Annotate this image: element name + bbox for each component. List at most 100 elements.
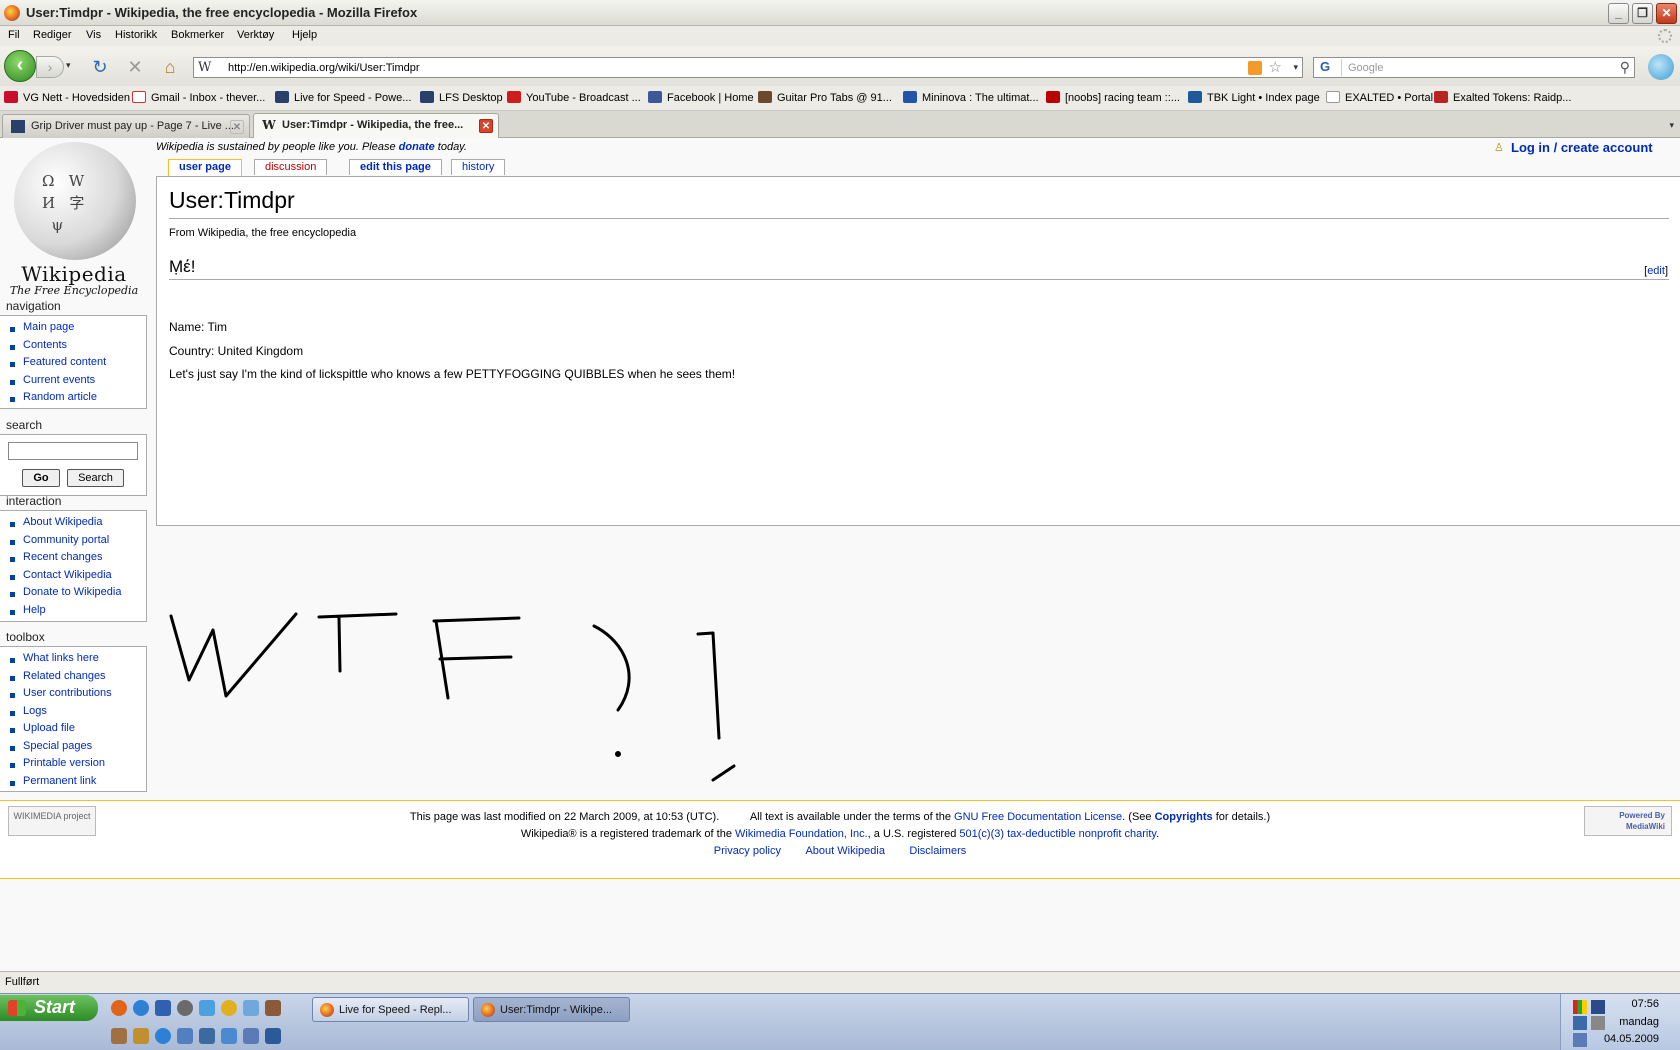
link-user-contributions[interactable]: User contributions (0, 687, 146, 705)
quicklaunch-desktop-icon[interactable] (199, 1028, 215, 1044)
forward-button[interactable]: › (36, 56, 64, 78)
clock-time[interactable]: 07:56 (1561, 998, 1680, 1010)
reload-button[interactable]: ↻ (90, 57, 110, 77)
link-help[interactable]: Help (0, 604, 146, 622)
link-about-wikipedia[interactable]: About Wikipedia (0, 516, 146, 534)
taskbar-window-wikipedia[interactable]: User:Timdpr - Wikipe... (473, 997, 630, 1022)
menu-file[interactable]: Fil (8, 29, 20, 41)
tab-history[interactable]: history (451, 159, 506, 175)
nav-current-events[interactable]: Current events (0, 374, 146, 392)
taskbar-window-lfs[interactable]: Live for Speed - Repl... (312, 997, 469, 1022)
bookmark-item[interactable]: VG Nett - Hovedsiden (4, 91, 130, 104)
nonprofit-link[interactable]: 501(c)(3) tax-deductible nonprofit chari… (959, 828, 1156, 840)
link-community-portal[interactable]: Community portal (0, 534, 146, 552)
bookmark-item[interactable]: Exalted Tokens: Raidp... (1434, 91, 1571, 104)
menu-view[interactable]: Vis (86, 29, 101, 41)
close-tab-icon[interactable]: ✕ (230, 120, 244, 134)
donate-link[interactable]: donate (399, 141, 435, 153)
menu-bookmarks[interactable]: Bokmerker (171, 29, 224, 41)
quicklaunch-guitar-icon[interactable] (265, 1000, 281, 1016)
quicklaunch-l-icon[interactable] (265, 1028, 281, 1044)
quicklaunch-ie-icon[interactable] (133, 1000, 149, 1016)
bookmark-item[interactable]: EXALTED • Portal (1326, 91, 1433, 104)
home-button[interactable]: ⌂ (160, 57, 180, 77)
start-button[interactable]: Start (0, 995, 98, 1021)
bookmark-item[interactable]: Guitar Pro Tabs @ 91... (758, 91, 892, 104)
tab-discussion[interactable]: discussion (254, 159, 328, 175)
close-window-button[interactable]: ✕ (1656, 3, 1677, 24)
menu-history[interactable]: Historikk (115, 29, 157, 41)
quicklaunch-network-icon[interactable] (199, 1000, 215, 1016)
tab-grip-driver[interactable]: Grip Driver must pay up - Page 7 - Live … (2, 114, 250, 138)
nav-random-article[interactable]: Random article (0, 391, 146, 409)
menu-help[interactable]: Hjelp (292, 29, 317, 41)
bookmark-item[interactable]: Gmail - Inbox - thever... (132, 91, 265, 104)
google-engine-icon[interactable]: G (1316, 59, 1342, 76)
quicklaunch-media-icon[interactable] (221, 1028, 237, 1044)
quicklaunch-chrome-icon[interactable] (221, 1000, 237, 1016)
link-upload-file[interactable]: Upload file (0, 722, 146, 740)
login-link[interactable]: Log in / create account (1511, 140, 1653, 155)
url-dropdown-icon[interactable]: ▾ (1293, 62, 1298, 73)
wikipedia-logo[interactable]: Wikipedia The Free Encyclopedia (6, 142, 142, 297)
wiki-search-input[interactable] (8, 442, 138, 460)
menu-tools[interactable]: Verktøy (237, 29, 274, 41)
stop-button[interactable]: ✕ (125, 57, 145, 77)
disclaimers-link[interactable]: Disclaimers (909, 845, 966, 857)
link-permanent-link[interactable]: Permanent link (0, 775, 146, 793)
bookmark-item[interactable]: Facebook | Home (648, 91, 754, 104)
search-bar[interactable]: G Google ⚲ (1313, 57, 1635, 78)
nav-featured-content[interactable]: Featured content (0, 356, 146, 374)
url-text[interactable]: http://en.wikipedia.org/wiki/User:Timdpr (228, 62, 420, 74)
skype-icon[interactable] (1648, 54, 1674, 80)
quicklaunch-messenger-icon[interactable] (155, 1000, 171, 1016)
quicklaunch-firefox-icon[interactable] (111, 1000, 127, 1016)
nav-main-page[interactable]: Main page (0, 321, 146, 339)
quicklaunch-search-icon[interactable] (177, 1000, 193, 1016)
bookmark-item[interactable]: LFS Desktop (420, 91, 503, 104)
link-recent-changes[interactable]: Recent changes (0, 551, 146, 569)
search-placeholder[interactable]: Google (1348, 62, 1383, 74)
quicklaunch-window-icon[interactable] (243, 1028, 259, 1044)
quicklaunch-ie2-icon[interactable] (155, 1028, 171, 1044)
link-contact-wikipedia[interactable]: Contact Wikipedia (0, 569, 146, 587)
quicklaunch-winamp-icon[interactable] (133, 1028, 149, 1044)
tab-user-page[interactable]: user page (168, 159, 242, 177)
quicklaunch-tool-icon[interactable] (111, 1028, 127, 1044)
back-button[interactable]: ‹ (4, 50, 36, 82)
quicklaunch-doc-icon[interactable] (177, 1028, 193, 1044)
quicklaunch-app-icon[interactable] (243, 1000, 259, 1016)
go-button[interactable]: Go (22, 469, 60, 487)
close-tab-icon[interactable]: ✕ (479, 119, 493, 133)
link-printable-version[interactable]: Printable version (0, 757, 146, 775)
history-dropdown-icon[interactable]: ▾ (66, 60, 71, 71)
bookmark-item[interactable]: [noobs] racing team ::... (1046, 91, 1180, 104)
menu-edit[interactable]: Rediger (33, 29, 72, 41)
edit-section-link[interactable]: edit (1647, 265, 1665, 277)
link-related-changes[interactable]: Related changes (0, 670, 146, 688)
link-special-pages[interactable]: Special pages (0, 740, 146, 758)
bookmark-item[interactable]: Mininova : The ultimat... (903, 91, 1039, 104)
bookmark-star-icon[interactable]: ☆ (1269, 58, 1282, 76)
bookmark-item[interactable]: TBK Light • Index page (1188, 91, 1320, 104)
minimize-button[interactable]: _ (1608, 3, 1629, 24)
rss-feed-icon[interactable] (1248, 61, 1262, 75)
restore-button[interactable]: ❐ (1632, 3, 1653, 24)
privacy-policy-link[interactable]: Privacy policy (714, 845, 781, 857)
link-what-links-here[interactable]: What links here (0, 652, 146, 670)
search-button[interactable]: Search (67, 469, 124, 487)
url-bar[interactable]: W http://en.wikipedia.org/wiki/User:Timd… (193, 57, 1303, 78)
tab-edit-this-page[interactable]: edit this page (349, 159, 442, 175)
copyrights-link[interactable]: Copyrights (1155, 811, 1213, 823)
about-wikipedia-footer-link[interactable]: About Wikipedia (805, 845, 885, 857)
search-magnifier-icon[interactable]: ⚲ (1620, 59, 1630, 76)
tab-user-timdpr[interactable]: W User:Timdpr - Wikipedia, the free... ✕ (253, 113, 499, 139)
link-logs[interactable]: Logs (0, 705, 146, 723)
nav-contents[interactable]: Contents (0, 339, 146, 357)
bookmark-item[interactable]: Live for Speed - Powe... (275, 91, 411, 104)
tab-list-icon[interactable]: ▾ (1669, 120, 1674, 131)
link-donate[interactable]: Donate to Wikipedia (0, 586, 146, 604)
wikimedia-foundation-link[interactable]: Wikimedia Foundation, Inc. (735, 828, 868, 840)
gfdl-link[interactable]: GNU Free Documentation License (954, 811, 1122, 823)
bookmark-item[interactable]: YouTube - Broadcast ... (507, 91, 641, 104)
